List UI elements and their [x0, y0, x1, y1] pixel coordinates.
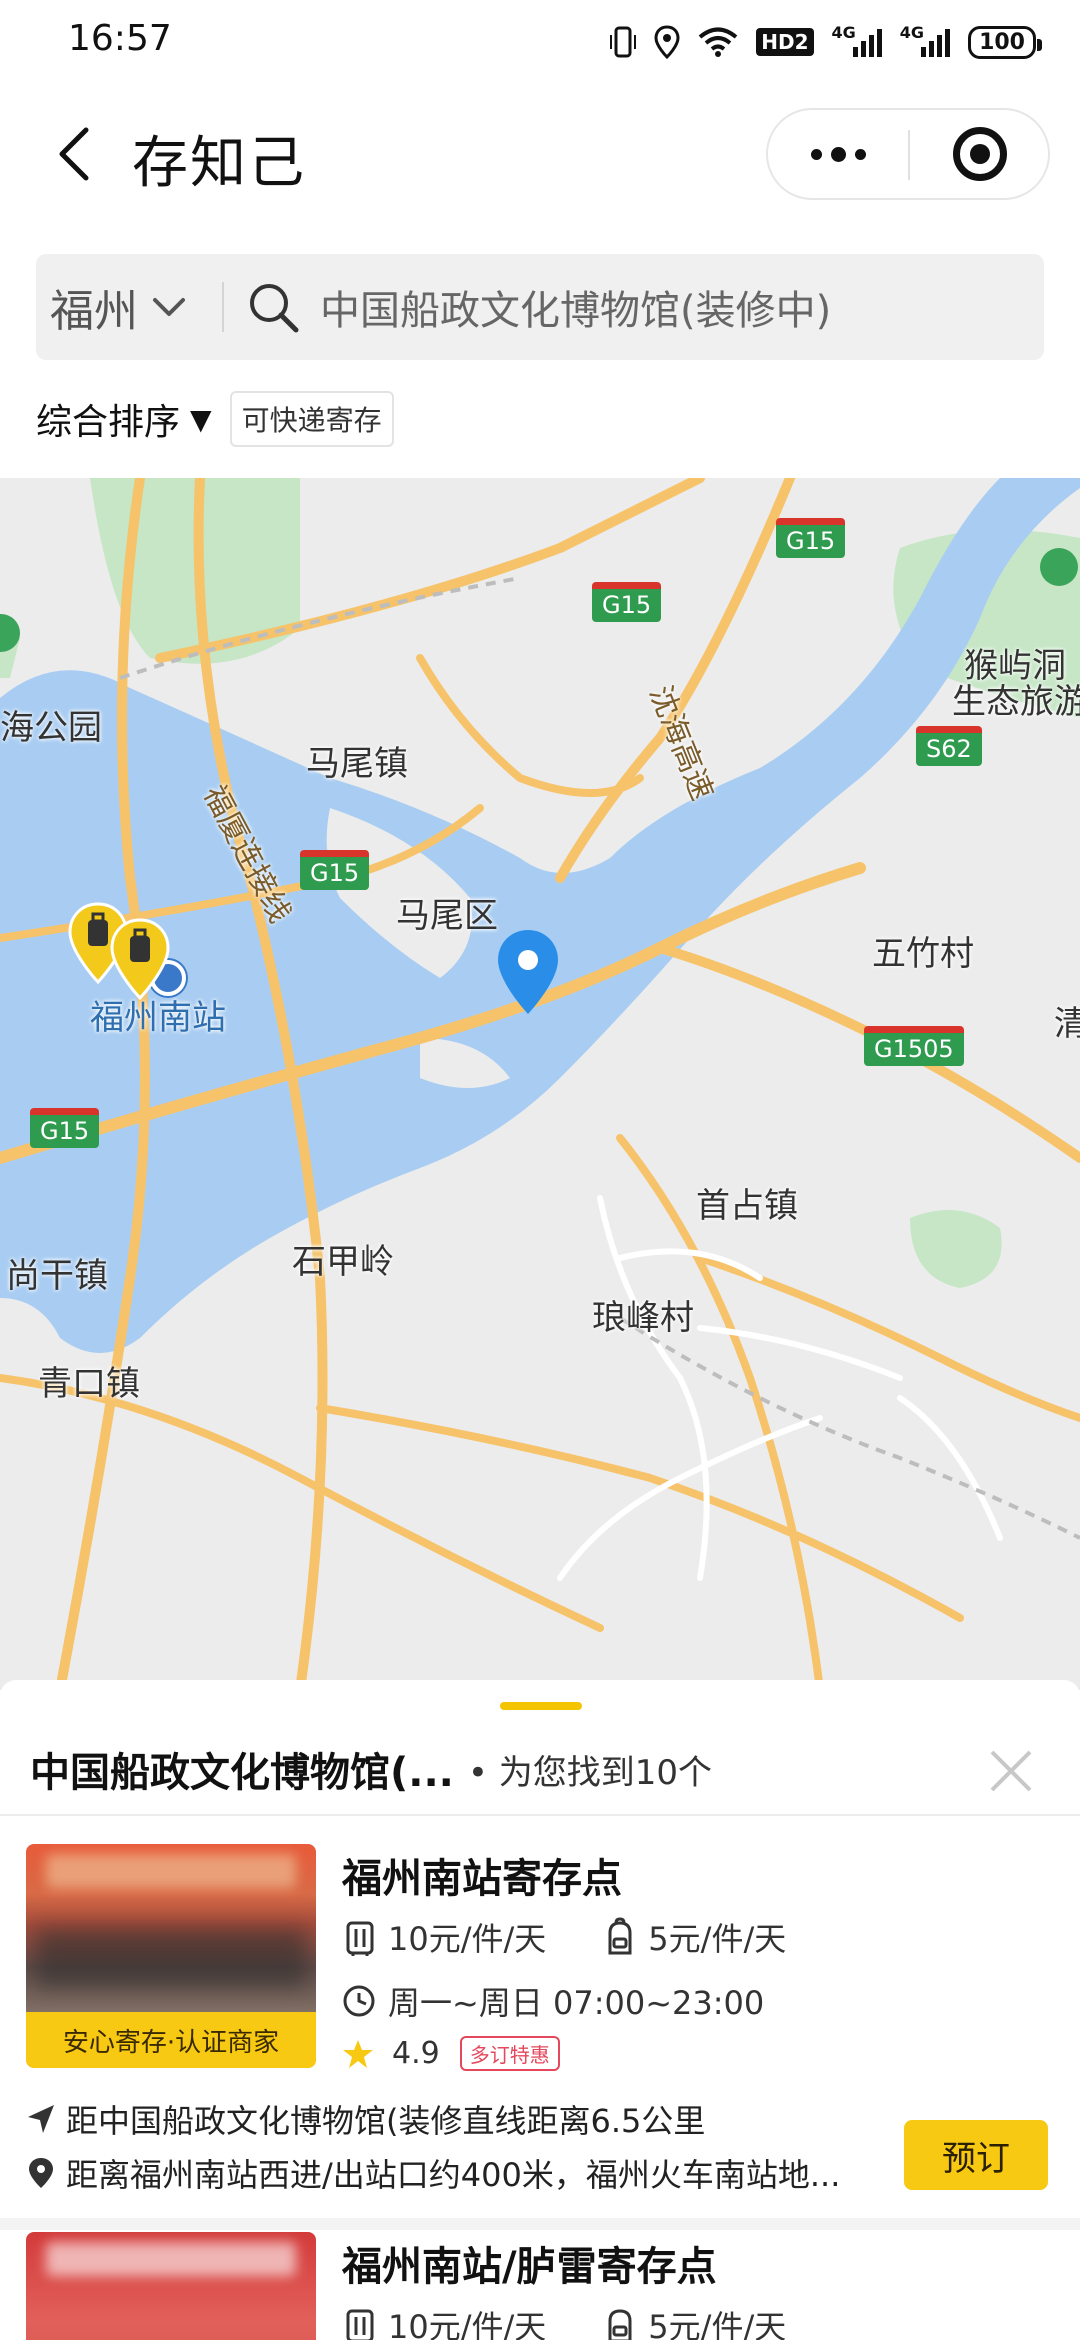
drag-handle[interactable] [500, 1702, 582, 1710]
highway-shield: G15 [30, 1108, 100, 1148]
results-sheet: 中国船政文化博物馆(... • 为您找到10个 安心寄存·认证商家 福州南站寄存… [0, 1680, 1080, 2340]
highway-shield: G15 [592, 582, 662, 622]
more-dot-icon [854, 148, 866, 160]
map-label: 马尾区 [396, 896, 498, 936]
battery-icon: 100 [968, 25, 1042, 59]
filter-bar: 综合排序 ▼ 可快递寄存 [36, 388, 394, 450]
address-text: 距离福州南站西进/出站口约400米，福州火车南站地... [66, 2156, 841, 2194]
certified-badge: 安心寄存·认证商家 [26, 2012, 316, 2068]
target-icon [953, 127, 1007, 181]
highway-shield: G15 [776, 518, 846, 558]
clock-icon [343, 1985, 375, 2017]
scenic-spot-icon [1040, 548, 1078, 586]
close-mini-program-button[interactable] [910, 110, 1050, 198]
large-item-price: 10元/件/天 [388, 1920, 547, 1958]
luggage-pin-icon[interactable] [110, 918, 170, 1000]
express-storage-filter-chip[interactable]: 可快递寄存 [229, 391, 394, 447]
address-row: 距离福州南站西进/出站口约400米，福州火车南站地... [26, 2150, 876, 2196]
hd-badge: HD2 [756, 28, 814, 56]
sort-label: 综合排序 [36, 402, 181, 443]
destination-pin-icon[interactable] [496, 928, 560, 1016]
more-dot-icon [810, 148, 822, 160]
results-title: 中国船政文化博物馆(... [30, 1750, 454, 1796]
signal-icon-2: 4G [900, 23, 951, 57]
book-button[interactable]: 预订 [904, 2120, 1048, 2190]
backpack-icon [608, 1917, 632, 1955]
divider [0, 1814, 1080, 1816]
storage-point-photo: 安心寄存·认证商家 [26, 1844, 316, 2068]
page-title: 存知己 [132, 131, 306, 196]
sort-dropdown[interactable]: 综合排序 ▼ [36, 393, 212, 445]
map-base [0, 478, 1080, 1690]
search-divider [222, 282, 224, 332]
more-dot-icon [830, 146, 846, 162]
chevron-down-icon [153, 298, 185, 316]
map-label: 首占镇 [696, 1186, 798, 1226]
highway-shield: G1505 [864, 1026, 964, 1066]
mini-program-capsule [766, 108, 1050, 200]
price-row: 10元/件/天 5元/件/天 [342, 2302, 786, 2340]
status-bar: 16:57 HD2 4G 4G 100 [0, 0, 1080, 84]
nav-bar: 存知己 [0, 96, 1080, 216]
navigation-arrow-icon [28, 2105, 54, 2133]
distance-text: 距中国船政文化博物馆(装修直线距离6.5公里 [66, 2102, 706, 2140]
map-label: 青口镇 [38, 1364, 140, 1404]
map-view[interactable]: 马尾镇 马尾区 五竹村 猴屿洞 生态旅游 海公园 福州南站 首占镇 石甲岭 尚干… [0, 478, 1080, 1690]
search-input[interactable]: 中国船政文化博物馆(装修中) [320, 278, 831, 336]
network-type-2: 4G [899, 22, 925, 42]
signal-icon-1: 4G [832, 23, 882, 57]
map-label: 琅峰村 [592, 1298, 694, 1338]
highway-shield: G15 [300, 850, 370, 890]
status-icons: HD2 4G 4G 100 [610, 20, 1042, 64]
search-icon [250, 284, 299, 333]
large-item-price: 10元/件/天 [388, 2308, 547, 2340]
results-count: • 为您找到10个 [467, 1752, 713, 1793]
chevron-left-icon [59, 127, 89, 181]
rating-row: 4.9 多订特惠 [342, 2036, 560, 2071]
status-time: 16:57 [68, 18, 172, 59]
storage-point-name: 福州南站寄存点 [342, 1856, 622, 1902]
opening-hours: 周一~周日 07:00~23:00 [388, 1984, 765, 2022]
city-label: 福州 [50, 286, 138, 337]
search-bar: 福州 中国船政文化博物馆(装修中) [36, 254, 1044, 360]
card-divider [0, 2218, 1080, 2230]
close-icon[interactable] [984, 1744, 1038, 1798]
rating-value: 4.9 [392, 2036, 440, 2071]
vibrate-icon [610, 25, 637, 59]
map-label: 五竹村 [872, 934, 974, 974]
city-selector[interactable]: 福州 [50, 254, 186, 360]
suitcase-icon [346, 1921, 374, 1956]
location-icon [654, 25, 680, 59]
wifi-icon [698, 26, 738, 58]
map-label: 清 [1054, 1004, 1080, 1044]
map-label: 海公园 [0, 708, 102, 748]
highway-shield: S62 [916, 726, 982, 766]
app-screen: 16:57 HD2 4G 4G 100 存知己 福州 中国船政文化博物馆(装修中… [0, 0, 1080, 2340]
star-icon [343, 2039, 373, 2068]
network-type-1: 4G [831, 22, 856, 42]
distance-row: 距中国船政文化博物馆(装修直线距离6.5公里 [26, 2096, 906, 2142]
small-item-price: 5元/件/天 [648, 1920, 787, 1958]
map-label: 生态旅游 [952, 682, 1080, 722]
small-item-price: 5元/件/天 [648, 2308, 787, 2340]
location-pin-icon [29, 2158, 53, 2188]
results-header: 中国船政文化博物馆(... • 为您找到10个 [30, 1734, 1050, 1804]
storage-point-photo [26, 2232, 316, 2340]
suitcase-icon [346, 2309, 374, 2340]
promo-tag: 多订特惠 [459, 2036, 560, 2071]
map-label: 马尾镇 [306, 744, 408, 784]
map-label: 石甲岭 [292, 1242, 394, 1282]
more-button[interactable] [768, 110, 908, 198]
storage-point-name: 福州南站/胪雷寄存点 [342, 2244, 717, 2290]
backpack-icon [608, 2309, 632, 2340]
map-label: 尚干镇 [6, 1256, 108, 1296]
triangle-down-icon: ▼ [190, 402, 212, 436]
price-row: 10元/件/天 5元/件/天 [342, 1914, 786, 1960]
back-button[interactable] [42, 122, 106, 186]
hours-row: 周一~周日 07:00~23:00 [342, 1978, 764, 2024]
